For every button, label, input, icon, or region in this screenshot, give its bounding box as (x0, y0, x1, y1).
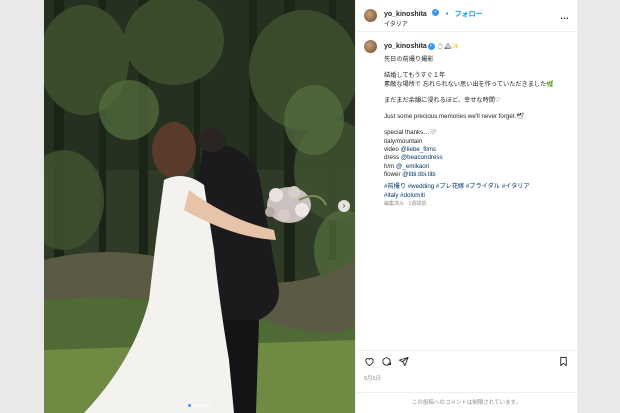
follow-button[interactable]: フォロー (455, 11, 483, 18)
credit-line: flower @tibi.tibi.tibi (384, 170, 436, 178)
carousel-dot (188, 404, 191, 407)
mention-link[interactable]: @liebe_films (401, 146, 437, 153)
post-header: yo_kinoshita ✓ • フォロー イタリア … (356, 0, 577, 32)
heart-icon[interactable] (364, 356, 375, 367)
credit-line: video @liebe_films (384, 146, 437, 154)
wedding-photo-image (44, 0, 355, 413)
post-photo[interactable]: › (44, 0, 355, 413)
edited-meta: 編集済み · 1週間前 (384, 200, 427, 207)
carousel-dot (193, 404, 196, 407)
post-side-panel: yo_kinoshita ✓ • フォロー イタリア … yo_kinoshit… (355, 0, 577, 413)
hashtag-links[interactable]: #前撮り #wedding #プレ花嫁 #ブライダル #イタリア (384, 183, 569, 191)
hashtag-links[interactable]: #italy #dolomiti (384, 192, 569, 200)
carousel-dot (203, 404, 206, 407)
mention-link[interactable]: @beacondress (401, 154, 443, 161)
carousel-next-button[interactable]: › (338, 200, 350, 212)
caption-line: Just some precious memories we'll never … (384, 113, 525, 121)
carousel-dot (198, 404, 201, 407)
follow-separator: • (445, 11, 449, 19)
mention-link[interactable]: @_emikaori (396, 163, 429, 170)
caption-avatar[interactable] (364, 40, 377, 53)
caption-line: italy/mountain (384, 137, 423, 145)
verified-badge-icon: ✓ (432, 8, 440, 16)
caption-username-link[interactable]: yo_kinoshita (384, 43, 427, 50)
carousel-dot (208, 404, 211, 407)
carousel-indicator (44, 404, 355, 407)
action-bar (356, 350, 577, 372)
caption-line: まだまだ余韻に浸れるほど、幸せな時間♡ (384, 96, 501, 104)
credit-line: dress @beacondress (384, 154, 443, 162)
caption-header: yo_kinoshita ✓ 💍🏔✨ (364, 40, 569, 53)
comments-restricted-notice: この投稿へのコメントは制限されています。 (356, 392, 577, 406)
credit-line: h/m @_emikaori (384, 162, 430, 170)
post-header-text: yo_kinoshita ✓ • フォロー イタリア (384, 2, 483, 28)
avatar[interactable] (364, 9, 377, 22)
caption-line: 結婚してもうすぐ１年 (384, 72, 446, 80)
post-date: 8月5日 (364, 376, 382, 382)
caption-line: 先日の前撮り撮影 (384, 56, 434, 63)
username-link[interactable]: yo_kinoshita (384, 11, 427, 18)
comment-icon[interactable] (381, 356, 392, 367)
share-icon[interactable] (398, 356, 409, 367)
more-options-icon[interactable]: … (560, 11, 569, 21)
caption-emoji: 💍🏔✨ (436, 44, 460, 50)
location-link[interactable]: イタリア (384, 22, 483, 29)
verified-badge-icon: ✓ (427, 43, 435, 50)
caption-line: 素敵な場所で 忘れられない思い出を作っていただきました🌿 (384, 80, 554, 88)
mention-link[interactable]: @tibi.tibi.tibi (402, 171, 435, 178)
caption-text: 先日の前撮り撮影 結婚してもうすぐ１年 素敵な場所で 忘れられない思い出を作って… (384, 56, 569, 208)
chevron-right-icon: › (342, 201, 346, 210)
caption-line: special thanks…🤍 (384, 129, 438, 137)
post-modal: › yo_kinoshita ✓ • フォロー イタリア … yo_kinosh… (44, 0, 577, 413)
bookmark-icon[interactable] (558, 356, 569, 367)
